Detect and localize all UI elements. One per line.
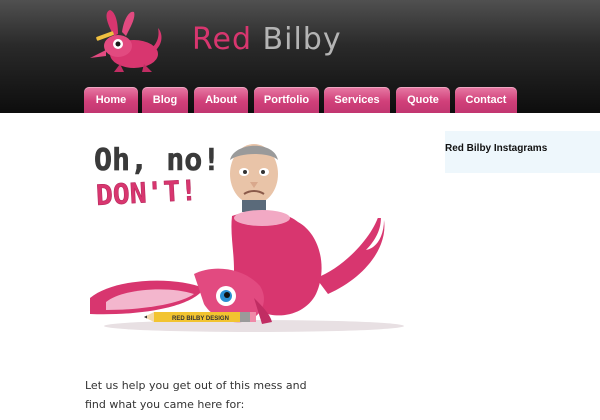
nav-quote[interactable]: Quote <box>396 87 450 113</box>
error-message-line2: find what you came here for: <box>85 398 245 411</box>
nav-portfolio[interactable]: Portfolio <box>254 87 319 113</box>
nav-blog[interactable]: Blog <box>142 87 188 113</box>
error-message-line1: Let us help you get out of this mess and <box>85 379 307 392</box>
pencil-icon: RED BILBY DESIGN <box>144 312 256 322</box>
nav-services[interactable]: Services <box>324 87 390 113</box>
hero-text-line1: Oh, no! <box>94 143 220 178</box>
face-photo <box>230 144 278 212</box>
instagram-widget: Red Bilby Instagrams <box>445 131 600 173</box>
pencil-text: RED BILBY DESIGN <box>172 316 229 322</box>
error-message: Let us help you get out of this mess and… <box>85 376 315 414</box>
site-title-gray: Bilby <box>262 22 342 57</box>
site-title[interactable]: Red Bilby <box>192 22 342 58</box>
hero-text-line2: DON'T! <box>95 174 198 212</box>
nav-about[interactable]: About <box>194 87 248 113</box>
bilby-logo-icon[interactable] <box>84 8 164 76</box>
instagram-widget-title: Red Bilby Instagrams <box>445 143 548 154</box>
hero-illustration: Oh, no! DON'T! RED BILBY DESIGN <box>90 143 404 332</box>
nav-contact[interactable]: Contact <box>455 87 517 113</box>
nav-home[interactable]: Home <box>84 87 138 113</box>
site-title-red: Red <box>192 22 252 57</box>
site-header: Red Bilby Home Blog About Portfolio Serv… <box>0 0 600 113</box>
